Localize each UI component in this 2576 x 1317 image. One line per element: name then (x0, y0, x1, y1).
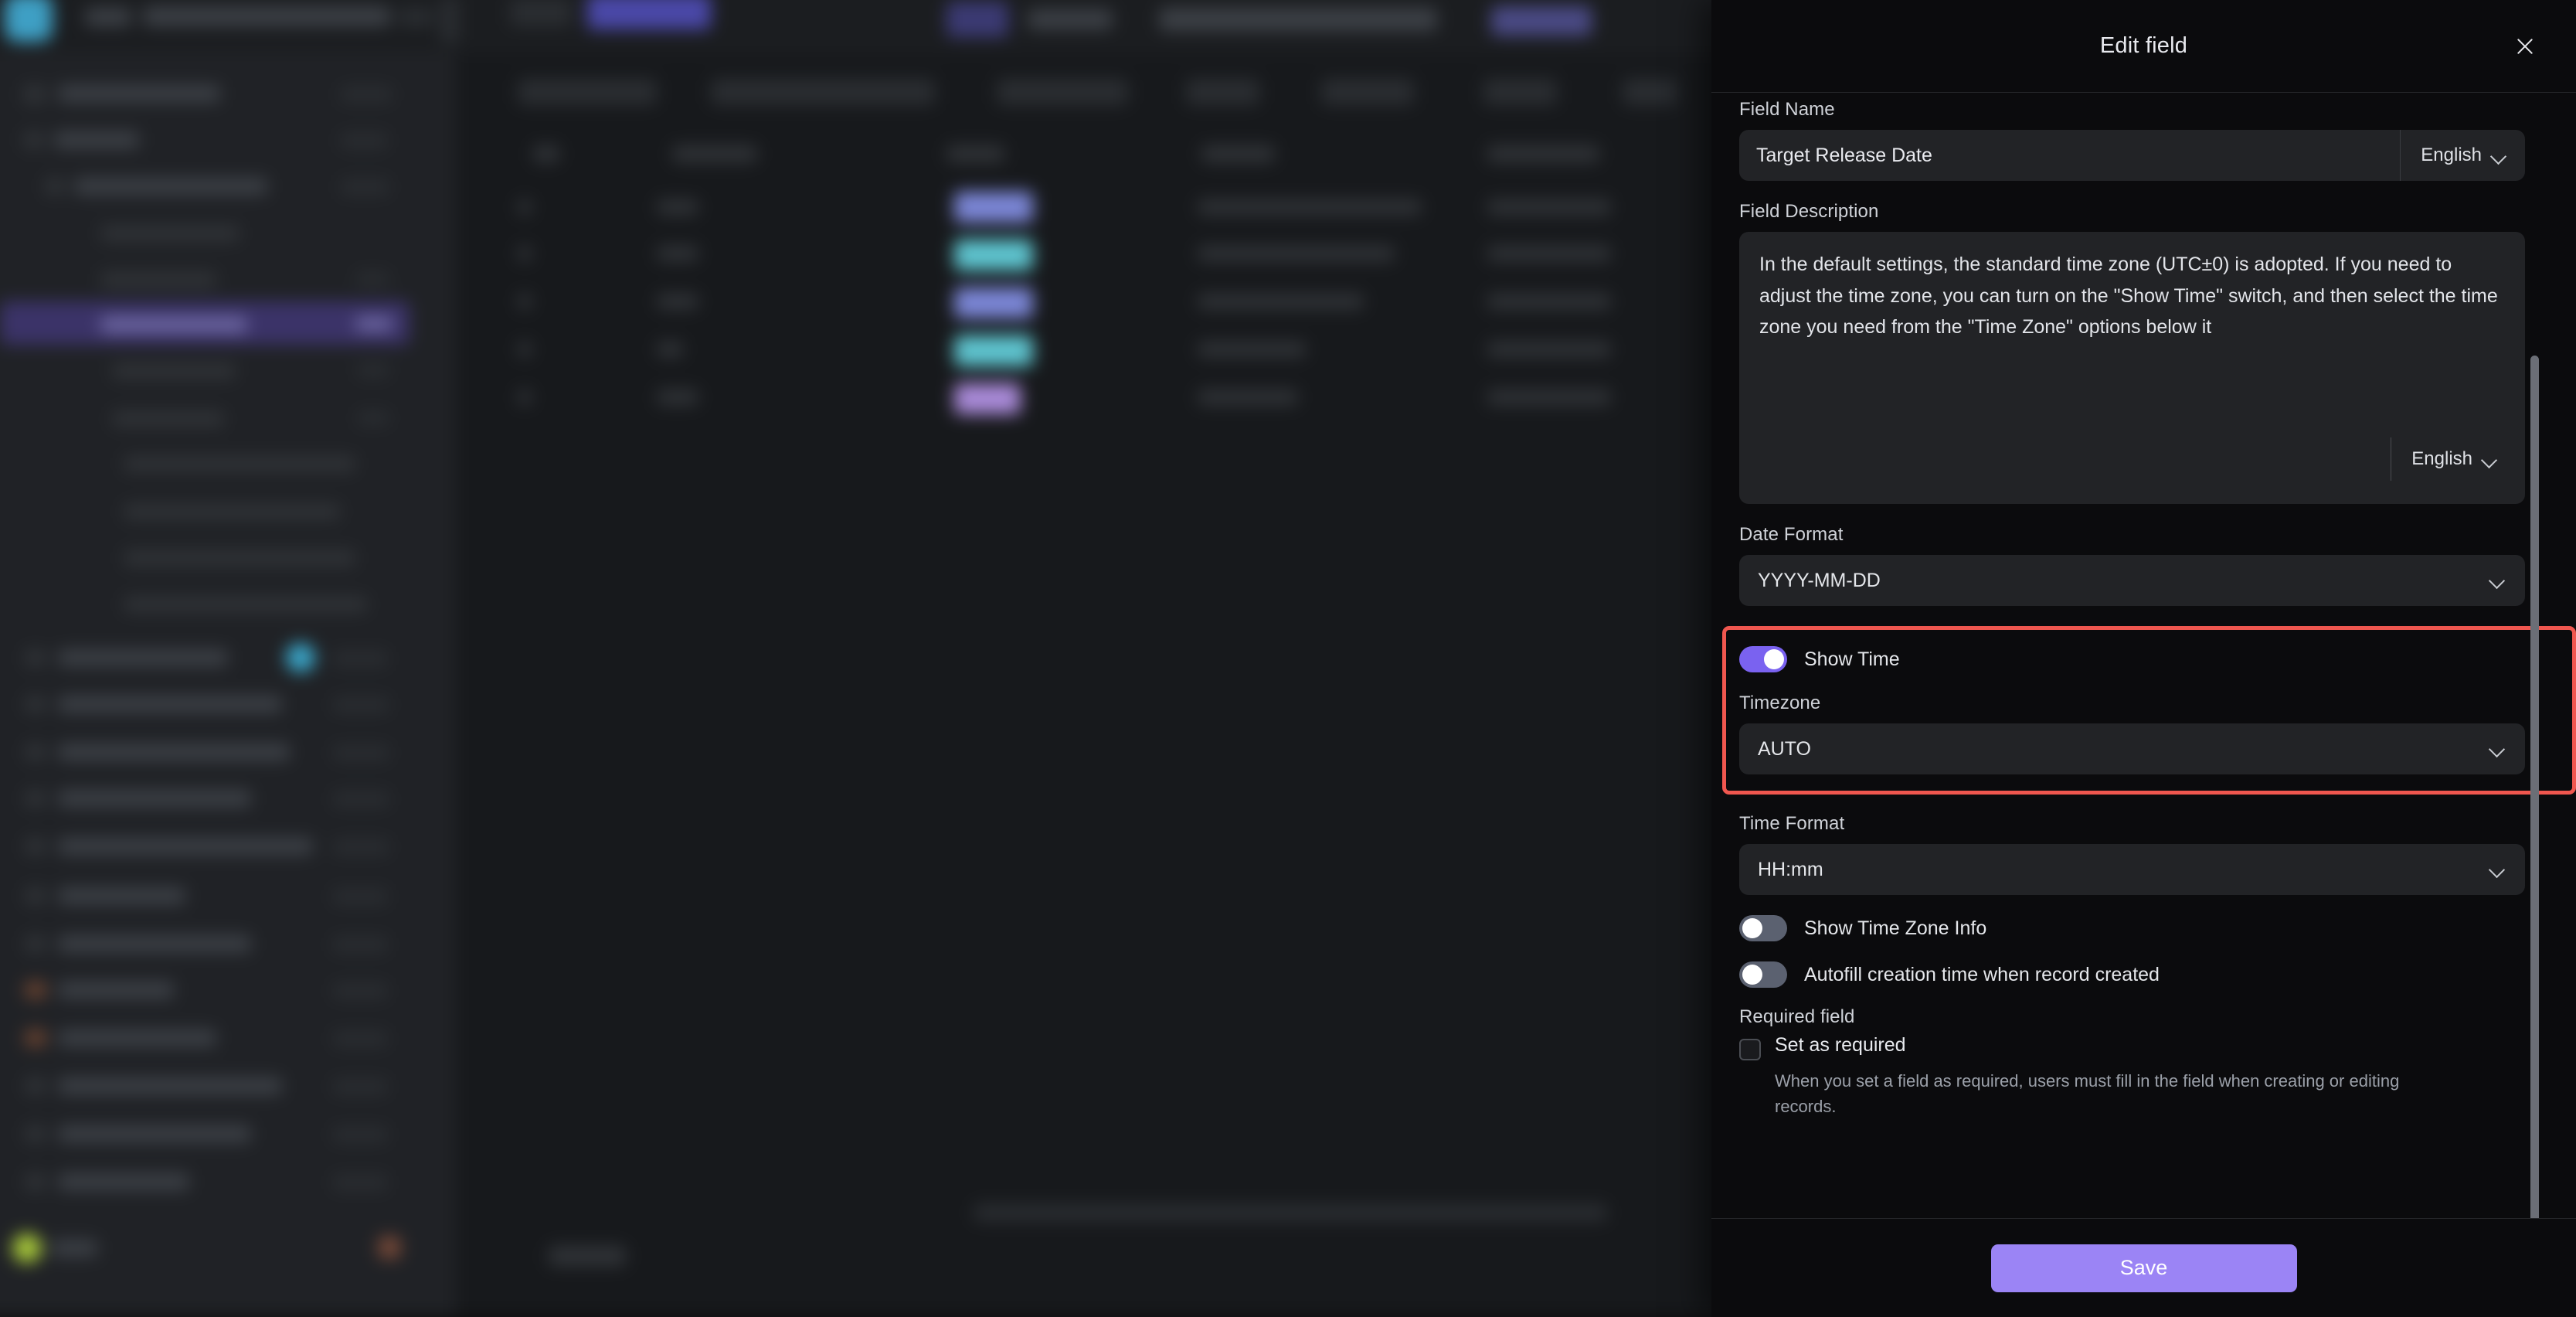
app-logo-icon (5, 0, 53, 42)
show-time-zone-info-label: Show Time Zone Info (1804, 917, 1987, 939)
background-avatar (286, 643, 315, 672)
field-description-box[interactable]: In the default settings, the standard ti… (1739, 232, 2525, 504)
toggle-knob (1764, 649, 1784, 669)
save-button[interactable]: Save (1990, 1244, 2297, 1292)
edit-field-panel: Edit field Field Name English (1711, 0, 2576, 1317)
date-format-label: Date Format (1739, 524, 1844, 545)
timezone-select[interactable]: AUTO (1739, 723, 2525, 774)
panel-scrollbar[interactable] (2530, 356, 2539, 1218)
timezone-label: Timezone (1739, 693, 1821, 713)
show-time-zone-info-toggle[interactable] (1739, 915, 1787, 941)
chevron-down-icon (2489, 864, 2505, 873)
chevron-down-icon (2489, 744, 2505, 753)
time-format-value: HH:mm (1758, 858, 1823, 880)
field-name-language-select[interactable]: English (2400, 130, 2525, 181)
field-description-group: Field Description In the default setting… (1739, 201, 2525, 504)
show-time-label: Show Time (1804, 648, 1900, 670)
highlighted-timezone-section: Show Time Timezone AUTO (1722, 626, 2576, 795)
field-name-label: Field Name (1739, 99, 1835, 120)
show-time-row: Show Time (1739, 646, 2525, 672)
chevron-down-icon (2482, 454, 2497, 464)
set-as-required-row: Set as required (1739, 1034, 2525, 1060)
autofill-creation-time-label: Autofill creation time when record creat… (1804, 963, 2160, 985)
time-format-select[interactable]: HH:mm (1739, 844, 2525, 895)
date-format-select[interactable]: YYYY-MM-DD (1739, 555, 2525, 606)
required-field-help-text: When you set a field as required, users … (1775, 1071, 2400, 1116)
autofill-creation-time-row: Autofill creation time when record creat… (1739, 961, 2525, 988)
set-as-required-checkbox[interactable] (1739, 1039, 1761, 1060)
field-name-input[interactable] (1739, 130, 2401, 181)
field-description-label: Field Description (1739, 201, 1879, 222)
required-field-group: Required field Set as required When you … (1739, 1006, 2525, 1119)
panel-header: Edit field (1711, 0, 2576, 93)
show-time-toggle[interactable] (1739, 646, 1787, 672)
time-format-label: Time Format (1739, 813, 1845, 834)
timezone-group: Timezone AUTO (1739, 693, 2525, 774)
chevron-down-icon (2489, 575, 2505, 584)
date-format-group: Date Format YYYY-MM-DD (1739, 524, 2525, 606)
show-time-zone-info-row: Show Time Zone Info (1739, 915, 2525, 941)
panel-body: Field Name English Field Description In … (1711, 93, 2576, 1218)
time-format-group: Time Format HH:mm (1739, 813, 2525, 895)
field-name-row: English (1739, 130, 2525, 181)
autofill-creation-time-toggle[interactable] (1739, 961, 1787, 988)
field-description-language-label: English (2411, 448, 2472, 469)
field-name-group: Field Name English (1739, 99, 2525, 181)
toggle-knob (1742, 918, 1762, 938)
app-root: Edit field Field Name English (0, 0, 2576, 1317)
toggle-knob (1742, 965, 1762, 985)
close-icon[interactable] (2508, 29, 2542, 63)
field-name-language-label: English (2421, 145, 2482, 165)
field-description-text: In the default settings, the standard ti… (1759, 254, 2503, 338)
date-format-value: YYYY-MM-DD (1758, 569, 1881, 591)
set-as-required-label: Set as required (1775, 1034, 1906, 1056)
background-status-dot (12, 1234, 42, 1263)
chevron-down-icon (2491, 151, 2506, 160)
panel-title: Edit field (2099, 33, 2188, 58)
required-field-label: Required field (1739, 1006, 1855, 1027)
timezone-value: AUTO (1758, 737, 1811, 760)
panel-footer: Save (1711, 1218, 2576, 1317)
field-description-language-select[interactable]: English (2391, 437, 2505, 481)
